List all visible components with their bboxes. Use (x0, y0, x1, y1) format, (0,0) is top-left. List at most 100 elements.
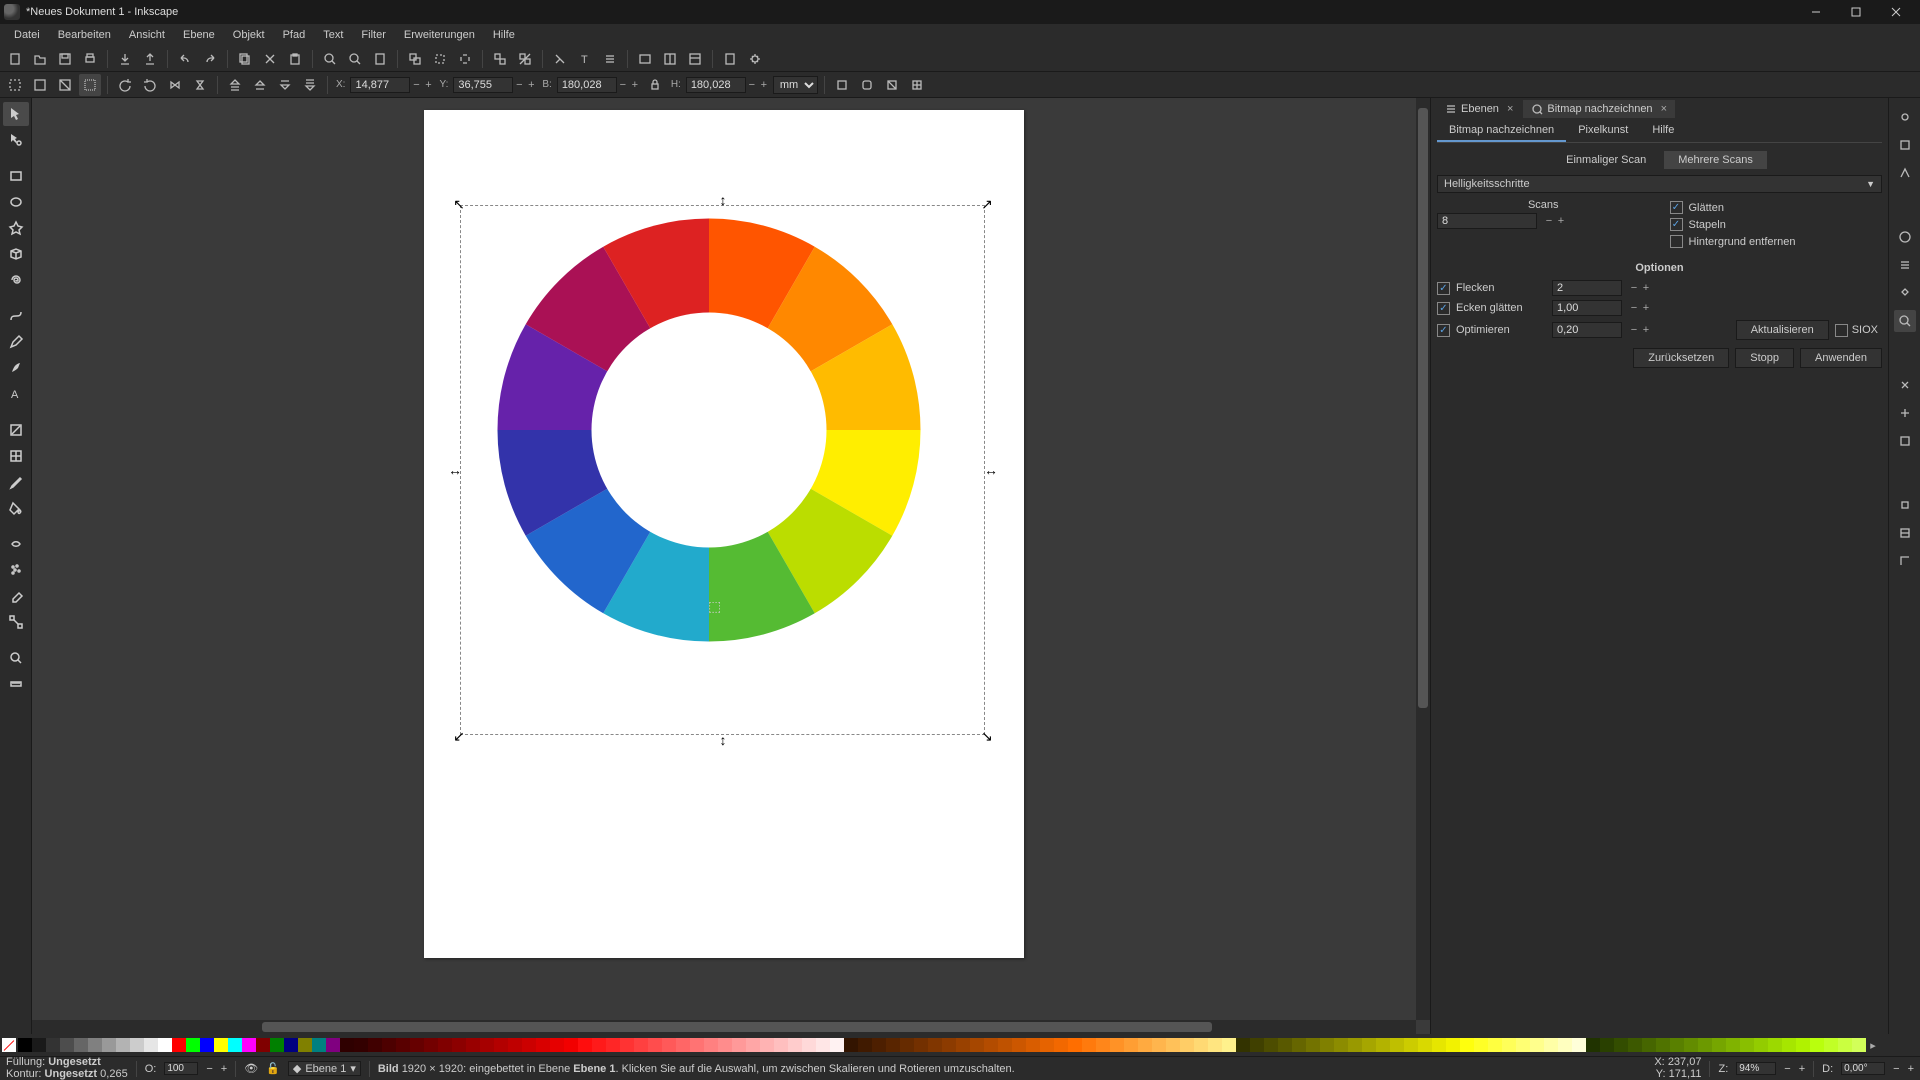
rot-minus[interactable]: − (1893, 1063, 1899, 1075)
swatch[interactable] (1012, 1038, 1026, 1052)
handle-se[interactable]: ↘ (982, 731, 992, 741)
h-plus[interactable]: + (758, 79, 770, 91)
spiral-tool[interactable] (3, 268, 29, 292)
swatch[interactable] (1236, 1038, 1250, 1052)
move-pattern-button[interactable] (906, 74, 928, 96)
swatch[interactable] (536, 1038, 550, 1052)
lower-button[interactable] (274, 74, 296, 96)
swatch[interactable] (60, 1038, 74, 1052)
swatch[interactable] (1838, 1038, 1852, 1052)
swatch[interactable] (1264, 1038, 1278, 1052)
selection-mode-button[interactable] (79, 74, 101, 96)
rotate-ccw-button[interactable] (114, 74, 136, 96)
swatch[interactable] (942, 1038, 956, 1052)
rot-plus[interactable]: + (1908, 1063, 1914, 1075)
reset-button[interactable]: Zurücksetzen (1633, 348, 1729, 368)
swatch[interactable] (914, 1038, 928, 1052)
handle-e[interactable]: ↔ (986, 465, 996, 475)
swatch[interactable] (704, 1038, 718, 1052)
selectors-button[interactable] (659, 48, 681, 70)
opacity-plus[interactable]: + (221, 1063, 227, 1075)
corners-minus[interactable]: − (1628, 302, 1640, 314)
swatch[interactable] (1740, 1038, 1754, 1052)
x-minus[interactable]: − (410, 79, 422, 91)
subtab-pixel[interactable]: Pixelkunst (1566, 120, 1640, 142)
swatch[interactable] (774, 1038, 788, 1052)
swatch[interactable] (1348, 1038, 1362, 1052)
scrollbar-horizontal[interactable] (32, 1020, 1416, 1034)
spray-tool[interactable] (3, 558, 29, 582)
swatch[interactable] (564, 1038, 578, 1052)
menu-edit[interactable]: Bearbeiten (50, 27, 119, 43)
node-tool[interactable] (3, 128, 29, 152)
speckles-checkbox[interactable] (1437, 282, 1450, 295)
swatch[interactable] (32, 1038, 46, 1052)
swatch[interactable] (158, 1038, 172, 1052)
swatch[interactable] (592, 1038, 606, 1052)
handle-sw[interactable]: ↙ (454, 731, 464, 741)
no-color-swatch[interactable] (2, 1038, 16, 1052)
zoom-tool[interactable] (3, 646, 29, 670)
color-palette[interactable]: ▸ (0, 1034, 1920, 1056)
update-button[interactable]: Aktualisieren (1736, 320, 1829, 340)
swatch[interactable] (116, 1038, 130, 1052)
text-tool[interactable]: A (3, 382, 29, 406)
y-plus[interactable]: + (525, 79, 537, 91)
stroke-width[interactable]: 0,265 (100, 1068, 128, 1080)
dock-btn-9[interactable] (1894, 402, 1916, 424)
unlink-button[interactable] (454, 48, 476, 70)
swatch[interactable] (270, 1038, 284, 1052)
swatch[interactable] (1628, 1038, 1642, 1052)
opacity-minus[interactable]: − (206, 1063, 212, 1075)
star-tool[interactable] (3, 216, 29, 240)
new-doc-button[interactable] (4, 48, 26, 70)
swatch[interactable] (200, 1038, 214, 1052)
swatch[interactable] (1096, 1038, 1110, 1052)
corners-checkbox[interactable] (1437, 302, 1450, 315)
swatch[interactable] (18, 1038, 32, 1052)
swatch[interactable] (1446, 1038, 1460, 1052)
scans-minus[interactable]: − (1543, 215, 1555, 227)
handle-nw[interactable]: ↖ (454, 199, 464, 209)
swatch[interactable] (1572, 1038, 1586, 1052)
y-minus[interactable]: − (513, 79, 525, 91)
swatch[interactable] (74, 1038, 88, 1052)
bezier-tool[interactable] (3, 304, 29, 328)
swatch[interactable] (438, 1038, 452, 1052)
swatch[interactable] (928, 1038, 942, 1052)
swatch[interactable] (1306, 1038, 1320, 1052)
3dbox-tool[interactable] (3, 242, 29, 266)
dock-btn-4[interactable] (1894, 226, 1916, 248)
siox-checkbox[interactable] (1835, 324, 1848, 337)
open-button[interactable] (29, 48, 51, 70)
swatch[interactable] (998, 1038, 1012, 1052)
handle-ne[interactable]: ↗ (982, 199, 992, 209)
swatch[interactable] (494, 1038, 508, 1052)
swatch[interactable] (46, 1038, 60, 1052)
dock-btn-7[interactable] (1894, 310, 1916, 332)
canvas[interactable]: ↖ ↕ ↗ ↔ ↔ ↙ ↕ ↘ ⬚ (32, 98, 1416, 1020)
deselect-button[interactable] (54, 74, 76, 96)
stroke-value[interactable]: Ungesetzt (45, 1068, 98, 1080)
swatch[interactable] (1054, 1038, 1068, 1052)
scale-stroke-button[interactable] (831, 74, 853, 96)
swatch[interactable] (1208, 1038, 1222, 1052)
swatch[interactable] (1362, 1038, 1376, 1052)
y-input[interactable] (453, 77, 513, 93)
swatch[interactable] (830, 1038, 844, 1052)
copy-button[interactable] (234, 48, 256, 70)
swatch[interactable] (354, 1038, 368, 1052)
menu-layer[interactable]: Ebene (175, 27, 223, 43)
undo-button[interactable] (174, 48, 196, 70)
doc-props-button[interactable] (719, 48, 741, 70)
swatch[interactable] (1376, 1038, 1390, 1052)
swatch[interactable] (1754, 1038, 1768, 1052)
swatch[interactable] (1334, 1038, 1348, 1052)
swatch[interactable] (760, 1038, 774, 1052)
ungroup-button[interactable] (514, 48, 536, 70)
swatch[interactable] (606, 1038, 620, 1052)
swatch[interactable] (1600, 1038, 1614, 1052)
swatch[interactable] (844, 1038, 858, 1052)
swatch[interactable] (424, 1038, 438, 1052)
dock-btn-5[interactable] (1894, 254, 1916, 276)
